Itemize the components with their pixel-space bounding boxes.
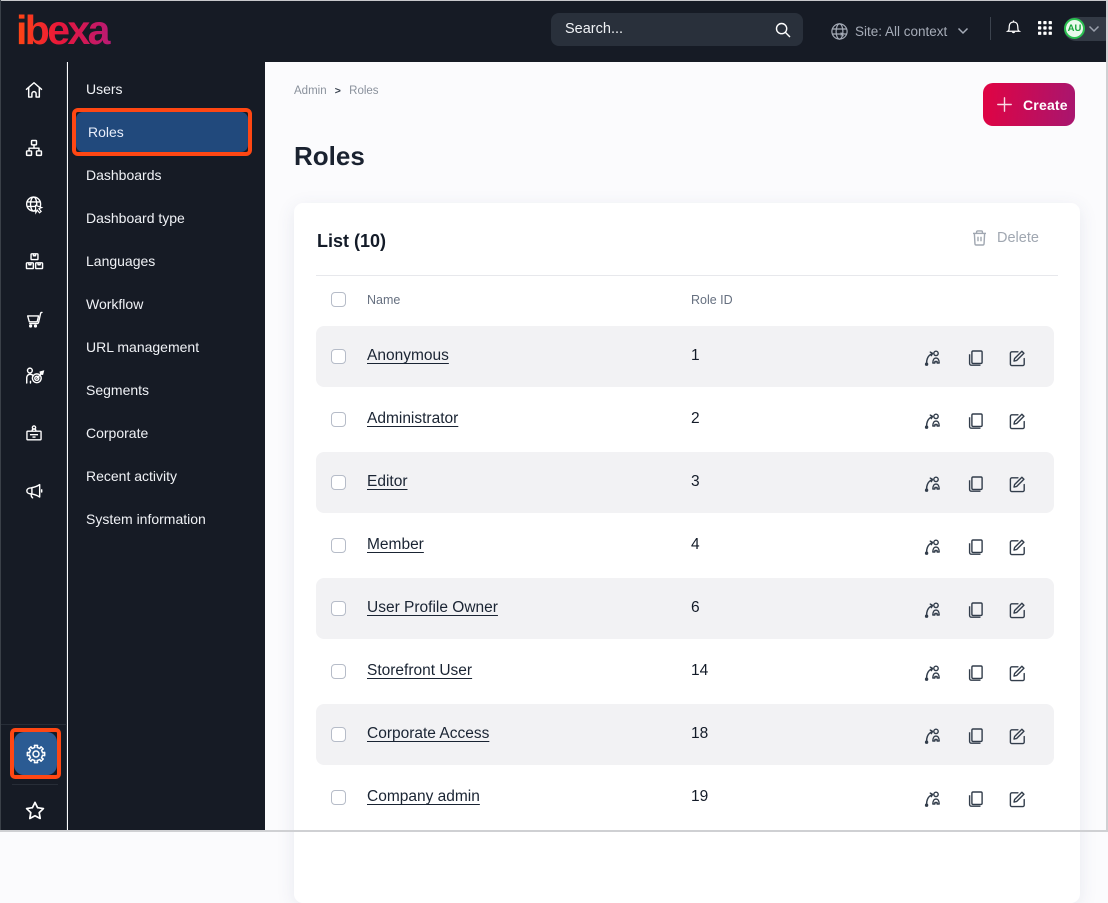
svg-text:ibexa: ibexa: [17, 8, 112, 48]
